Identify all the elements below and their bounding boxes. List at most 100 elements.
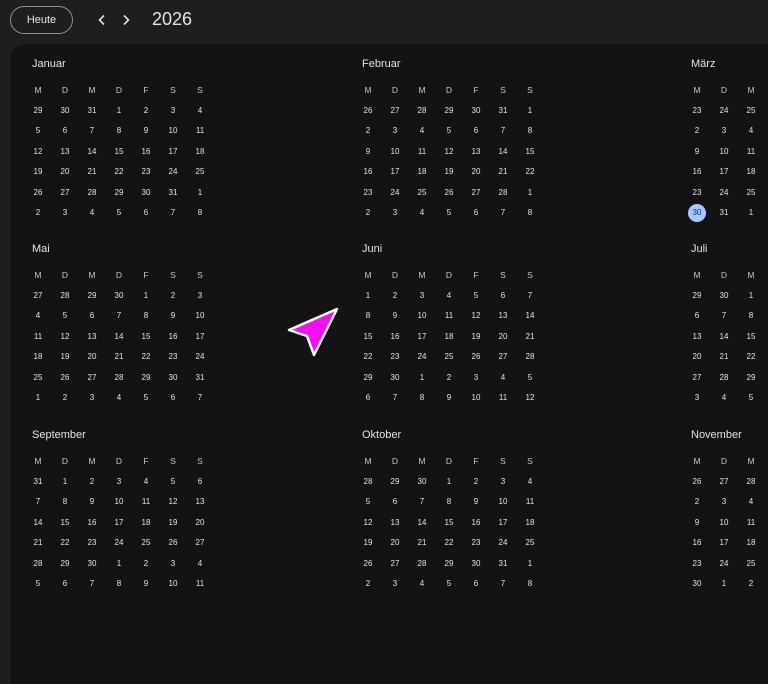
day-cell[interactable]: 15 bbox=[519, 141, 541, 161]
day-cell[interactable]: 11 bbox=[189, 574, 211, 594]
day-cell[interactable]: 11 bbox=[27, 326, 49, 346]
day-cell[interactable]: 23 bbox=[686, 100, 708, 120]
day-cell[interactable]: 27 bbox=[713, 471, 735, 491]
day-cell[interactable]: 30 bbox=[686, 574, 708, 594]
day-cell[interactable]: 1 bbox=[519, 100, 541, 120]
day-cell[interactable]: 19 bbox=[357, 533, 379, 553]
day-cell[interactable]: 7 bbox=[108, 306, 130, 326]
day-cell[interactable]: 5 bbox=[438, 574, 460, 594]
day-cell[interactable]: 22 bbox=[135, 347, 157, 367]
day-cell[interactable]: 17 bbox=[384, 162, 406, 182]
day-cell[interactable]: 13 bbox=[189, 492, 211, 512]
day-cell[interactable]: 27 bbox=[465, 182, 487, 202]
day-cell[interactable]: 1 bbox=[27, 388, 49, 408]
day-cell[interactable]: 18 bbox=[740, 533, 762, 553]
day-cell[interactable]: 3 bbox=[384, 574, 406, 594]
day-cell[interactable]: 23 bbox=[357, 182, 379, 202]
day-cell[interactable]: 16 bbox=[162, 326, 184, 346]
day-cell[interactable]: 21 bbox=[411, 533, 433, 553]
day-cell[interactable]: 4 bbox=[189, 100, 211, 120]
day-cell[interactable]: 2 bbox=[686, 121, 708, 141]
day-cell[interactable]: 21 bbox=[81, 162, 103, 182]
day-cell[interactable]: 29 bbox=[81, 285, 103, 305]
day-cell[interactable]: 7 bbox=[492, 574, 514, 594]
day-cell[interactable]: 9 bbox=[135, 121, 157, 141]
previous-year-button[interactable] bbox=[92, 10, 112, 30]
day-cell[interactable]: 10 bbox=[162, 121, 184, 141]
day-cell[interactable]: 13 bbox=[492, 306, 514, 326]
day-cell[interactable]: 4 bbox=[411, 203, 433, 223]
day-cell[interactable]: 27 bbox=[189, 533, 211, 553]
day-cell[interactable]: 7 bbox=[713, 306, 735, 326]
day-cell[interactable]: 26 bbox=[465, 347, 487, 367]
day-cell[interactable]: 11 bbox=[135, 492, 157, 512]
day-cell[interactable]: 24 bbox=[411, 347, 433, 367]
day-cell[interactable]: 31 bbox=[713, 203, 735, 223]
day-cell[interactable]: 27 bbox=[384, 553, 406, 573]
day-cell[interactable]: 8 bbox=[519, 574, 541, 594]
day-cell[interactable]: 20 bbox=[189, 512, 211, 532]
day-cell[interactable]: 25 bbox=[740, 182, 762, 202]
day-cell[interactable]: 3 bbox=[713, 121, 735, 141]
day-cell[interactable]: 14 bbox=[713, 326, 735, 346]
day-cell[interactable]: 18 bbox=[27, 347, 49, 367]
day-cell[interactable]: 9 bbox=[384, 306, 406, 326]
day-cell[interactable]: 25 bbox=[135, 533, 157, 553]
day-cell[interactable]: 1 bbox=[519, 182, 541, 202]
month-name[interactable]: Juni bbox=[362, 243, 382, 255]
day-cell[interactable]: 29 bbox=[686, 285, 708, 305]
day-cell[interactable]: 22 bbox=[54, 533, 76, 553]
day-cell[interactable]: 30 bbox=[384, 367, 406, 387]
day-cell[interactable]: 26 bbox=[357, 553, 379, 573]
day-cell[interactable]: 11 bbox=[411, 141, 433, 161]
day-cell[interactable]: 3 bbox=[189, 285, 211, 305]
day-cell[interactable]: 24 bbox=[492, 533, 514, 553]
day-cell[interactable]: 30 bbox=[108, 285, 130, 305]
day-cell[interactable]: 8 bbox=[108, 574, 130, 594]
day-cell[interactable]: 28 bbox=[492, 182, 514, 202]
day-cell[interactable]: 19 bbox=[27, 162, 49, 182]
day-cell[interactable]: 16 bbox=[465, 512, 487, 532]
day-cell[interactable]: 31 bbox=[162, 182, 184, 202]
day-cell[interactable]: 22 bbox=[357, 347, 379, 367]
day-cell[interactable]: 5 bbox=[465, 285, 487, 305]
day-cell[interactable]: 5 bbox=[108, 203, 130, 223]
today-button[interactable]: Heute bbox=[10, 6, 73, 34]
day-cell[interactable]: 30 bbox=[162, 367, 184, 387]
day-cell[interactable]: 4 bbox=[519, 471, 541, 491]
day-cell[interactable]: 28 bbox=[519, 347, 541, 367]
day-cell[interactable]: 12 bbox=[465, 306, 487, 326]
day-cell[interactable]: 5 bbox=[162, 471, 184, 491]
day-cell-today[interactable]: 30 bbox=[686, 203, 708, 223]
day-cell[interactable]: 11 bbox=[438, 306, 460, 326]
day-cell[interactable]: 4 bbox=[438, 285, 460, 305]
day-cell[interactable]: 22 bbox=[740, 347, 762, 367]
day-cell[interactable]: 18 bbox=[135, 512, 157, 532]
day-cell[interactable]: 5 bbox=[438, 203, 460, 223]
day-cell[interactable]: 14 bbox=[108, 326, 130, 346]
day-cell[interactable]: 13 bbox=[54, 141, 76, 161]
day-cell[interactable]: 2 bbox=[135, 100, 157, 120]
day-cell[interactable]: 17 bbox=[108, 512, 130, 532]
day-cell[interactable]: 30 bbox=[135, 182, 157, 202]
day-cell[interactable]: 8 bbox=[357, 306, 379, 326]
day-cell[interactable]: 19 bbox=[465, 326, 487, 346]
day-cell[interactable]: 2 bbox=[384, 285, 406, 305]
day-cell[interactable]: 25 bbox=[189, 162, 211, 182]
day-cell[interactable]: 4 bbox=[411, 574, 433, 594]
day-cell[interactable]: 29 bbox=[27, 100, 49, 120]
day-cell[interactable]: 2 bbox=[740, 574, 762, 594]
day-cell[interactable]: 10 bbox=[162, 574, 184, 594]
day-cell[interactable]: 2 bbox=[465, 471, 487, 491]
day-cell[interactable]: 28 bbox=[357, 471, 379, 491]
day-cell[interactable]: 3 bbox=[81, 388, 103, 408]
day-cell[interactable]: 28 bbox=[54, 285, 76, 305]
day-cell[interactable]: 16 bbox=[81, 512, 103, 532]
day-cell[interactable]: 31 bbox=[27, 471, 49, 491]
day-cell[interactable]: 14 bbox=[27, 512, 49, 532]
day-cell[interactable]: 24 bbox=[384, 182, 406, 202]
day-cell[interactable]: 8 bbox=[189, 203, 211, 223]
day-cell[interactable]: 3 bbox=[384, 203, 406, 223]
day-cell[interactable]: 25 bbox=[411, 182, 433, 202]
day-cell[interactable]: 15 bbox=[357, 326, 379, 346]
